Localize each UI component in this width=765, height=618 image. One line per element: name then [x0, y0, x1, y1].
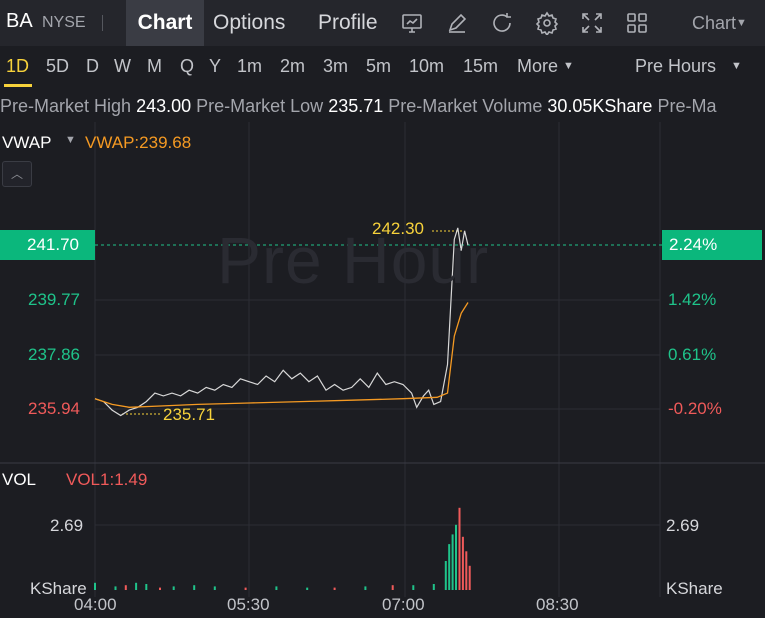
volume-bar [412, 585, 415, 590]
session-high-marker: 242.30 [372, 219, 424, 238]
fullscreen-icon[interactable] [580, 11, 604, 35]
current-price-tag: 241.70 [0, 230, 95, 260]
tab-profile[interactable]: Profile [318, 0, 378, 46]
premarket-low-label: Pre-Market Low [196, 96, 324, 116]
premarket-high-label: Pre-Market High [0, 96, 132, 116]
timeframe-5m[interactable]: 5m [366, 56, 391, 77]
volume-bar [444, 561, 447, 590]
timeframe-w[interactable]: W [114, 56, 131, 77]
timeframe-1m[interactable]: 1m [237, 56, 262, 77]
timeframe-d[interactable]: D [86, 56, 99, 77]
timeframe-m[interactable]: M [147, 56, 162, 77]
volume-bar [275, 586, 278, 590]
pencil-icon[interactable] [445, 11, 469, 35]
timeframe-10m[interactable]: 10m [409, 56, 444, 77]
premarket-info-line: Pre-Market High 243.00 Pre-Market Low 23… [0, 90, 765, 122]
time-axis-tick: 07:00 [382, 595, 425, 614]
premarket-volume-value: 30.05KShare [547, 96, 653, 116]
percent-axis-tick: 0.61% [668, 345, 717, 364]
volume-bar [244, 587, 247, 590]
percent-axis-tick: 1.42% [668, 290, 717, 309]
chart-type-dropdown[interactable]: Chart▼ [692, 13, 747, 34]
price-axis-tick: 235.94 [28, 399, 80, 418]
vwap-indicator-name[interactable]: VWAP [2, 133, 51, 153]
volume-bar [458, 507, 461, 590]
price-chart[interactable] [0, 122, 765, 618]
price-axis-tick: 237.86 [28, 345, 80, 364]
premarket-high-value: 243.00 [136, 96, 192, 116]
volume-bar [432, 584, 435, 590]
volume-bar [468, 565, 471, 590]
timeframe-5d[interactable]: 5D [46, 56, 69, 77]
volume-bar [172, 586, 175, 590]
premarket-trailing-label: Pre-Ma [657, 96, 717, 116]
volume-bar [448, 544, 451, 590]
volume-bar [213, 586, 216, 590]
header-bar: BA NYSE Chart Options Profile Chart▼ [0, 0, 765, 46]
timeframe-1d[interactable]: 1D [6, 56, 29, 77]
volume-unit-right: KShare [666, 579, 723, 598]
chevron-up-icon: ︿ [10, 167, 23, 181]
caret-down-icon: ▼ [736, 17, 747, 29]
volume-bar [455, 524, 457, 590]
volume-bar [114, 586, 117, 590]
volume-indicator-value: VOL1:1.49 [66, 470, 148, 489]
more-timeframes-dropdown[interactable]: More ▼ [517, 56, 574, 77]
price-axis-tick: 239.77 [28, 290, 80, 309]
volume-bar [94, 582, 96, 590]
current-change-tag: 2.24% [662, 230, 762, 260]
session-low-marker: 235.71 [163, 405, 215, 424]
timeframe-2m[interactable]: 2m [280, 56, 305, 77]
volume-bar [135, 582, 138, 590]
premarket-low-value: 235.71 [328, 96, 384, 116]
timeframe-15m[interactable]: 15m [463, 56, 498, 77]
grid-layout-icon[interactable] [625, 11, 649, 35]
volume-bar [159, 587, 161, 590]
exchange-label: NYSE [42, 14, 86, 31]
session-dropdown[interactable]: Pre Hours ▼ [635, 56, 742, 77]
timeframe-3m[interactable]: 3m [323, 56, 348, 77]
refresh-icon[interactable] [490, 11, 514, 35]
caret-down-icon: ▼ [563, 60, 574, 72]
more-label: More [517, 56, 559, 76]
volume-indicator-name[interactable]: VOL [2, 470, 36, 490]
timeframe-q[interactable]: Q [180, 56, 194, 77]
volume-axis-tick-left: 2.69 [50, 516, 84, 535]
collapse-indicator-button[interactable]: ︿ [2, 161, 32, 187]
timeframe-y[interactable]: Y [209, 56, 221, 77]
session-label: Pre Hours [635, 56, 717, 76]
time-axis-tick: 05:30 [227, 595, 270, 614]
volume-bar [465, 551, 468, 590]
header-divider [102, 15, 103, 31]
volume-bar [145, 584, 148, 590]
volume-bar [124, 585, 127, 590]
volume-bar [364, 586, 367, 590]
volume-bar [333, 587, 336, 590]
time-axis-tick: 08:30 [536, 595, 579, 614]
volume-bar [461, 536, 464, 590]
monitor-chart-icon[interactable] [400, 11, 424, 35]
volume-bar [391, 585, 394, 590]
symbol-ticker[interactable]: BA [6, 10, 33, 33]
active-timeframe-indicator [4, 84, 32, 87]
chart-type-label: Chart [692, 13, 737, 33]
tab-chart[interactable]: Chart [126, 0, 204, 46]
volume-bar [306, 587, 309, 590]
volume-axis-tick-right: 2.69 [666, 516, 700, 535]
time-axis-tick: 04:00 [74, 595, 117, 614]
vwap-indicator-value: VWAP:239.68 [85, 133, 192, 152]
settings-gear-icon[interactable] [535, 11, 559, 37]
session-watermark: Pre Hour [217, 223, 490, 297]
premarket-volume-label: Pre-Market Volume [388, 96, 543, 116]
percent-axis-tick: -0.20% [668, 399, 722, 418]
volume-bar [193, 585, 196, 590]
caret-down-icon[interactable]: ▼ [65, 134, 76, 146]
caret-down-icon: ▼ [731, 60, 742, 72]
tab-options[interactable]: Options [213, 0, 285, 46]
volume-bar [451, 534, 454, 590]
timeframe-bar: 1D 5D D W M Q Y 1m 2m 3m 5m 10m 15m More… [0, 46, 765, 88]
